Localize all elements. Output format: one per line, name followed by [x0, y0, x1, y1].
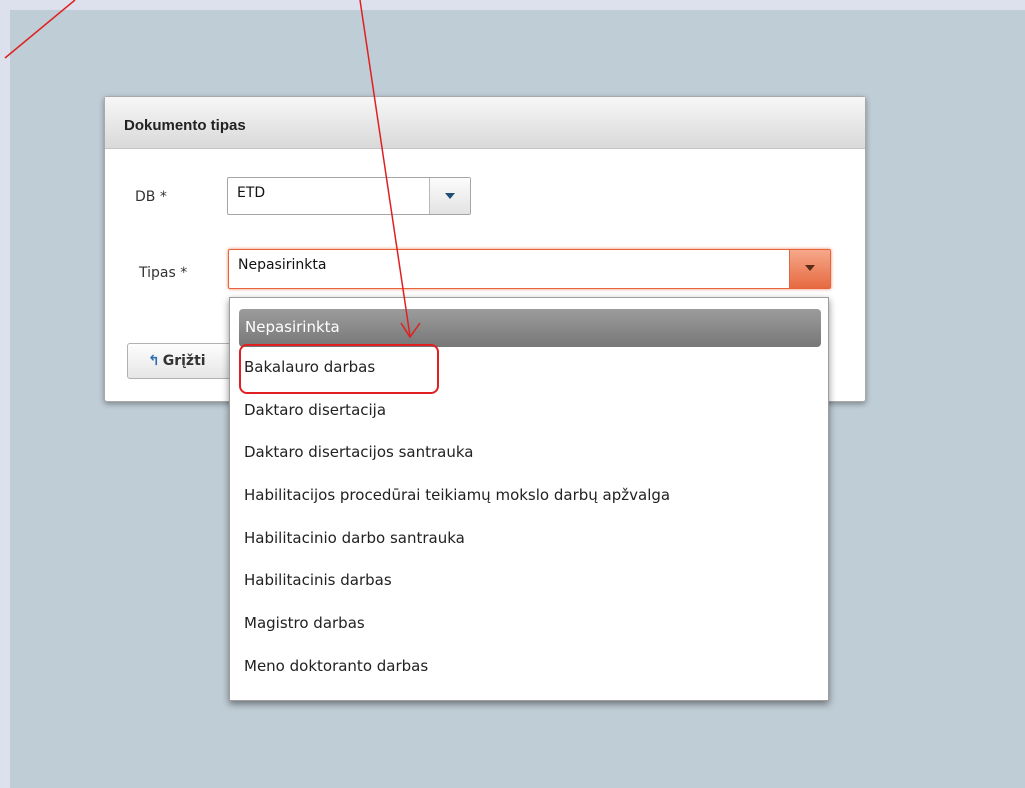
db-select-value: ETD [237, 185, 266, 201]
chevron-down-icon [805, 265, 815, 271]
tipas-label: Tipas * [139, 265, 188, 281]
back-button-label: Grįžti [162, 353, 206, 369]
back-arrow-icon: ↰ [148, 353, 160, 369]
dropdown-option[interactable]: Habilitacinio darbo santrauka [244, 529, 465, 547]
dropdown-option[interactable]: Meno doktoranto darbas [244, 657, 428, 675]
db-label: DB * [135, 189, 167, 205]
dialog-title: Dokumento tipas [105, 97, 865, 149]
db-dropdown-button[interactable] [429, 178, 470, 214]
annotation-highlight-box [239, 344, 439, 394]
dropdown-option[interactable]: Habilitacijos procedūrai teikiamų mokslo… [244, 486, 670, 504]
tipas-select-value: Nepasirinkta [238, 257, 327, 273]
dropdown-option[interactable]: Nepasirinkta [239, 309, 821, 347]
dropdown-option[interactable]: Magistro darbas [244, 614, 365, 632]
tipas-dropdown-button[interactable] [789, 250, 830, 288]
db-select[interactable]: ETD [227, 177, 471, 215]
dropdown-option[interactable]: Daktaro disertacijos santrauka [244, 443, 473, 461]
tipas-select[interactable]: Nepasirinkta [228, 249, 831, 289]
dropdown-option[interactable]: Habilitacinis darbas [244, 571, 392, 589]
dropdown-option[interactable]: Daktaro disertacija [244, 401, 386, 419]
chevron-down-icon [445, 193, 455, 199]
